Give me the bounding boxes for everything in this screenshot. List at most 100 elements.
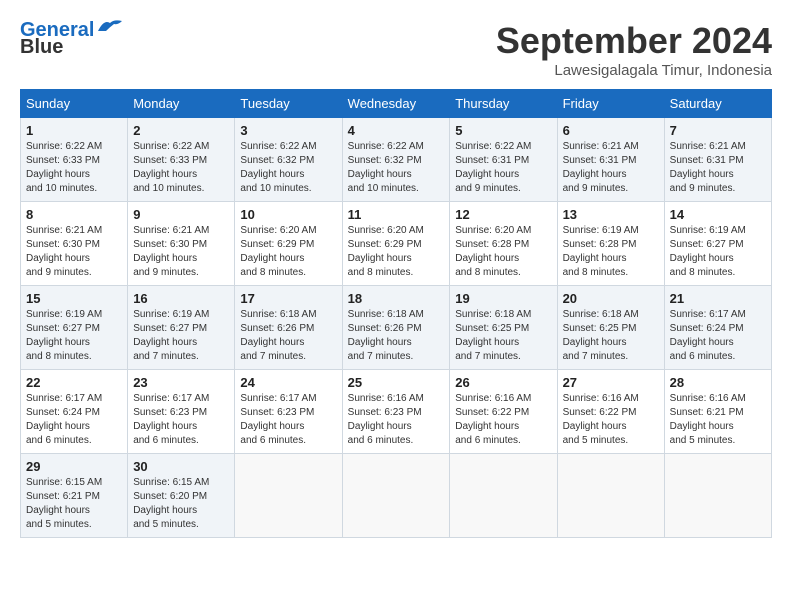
calendar-cell: 1 Sunrise: 6:22 AM Sunset: 6:33 PM Dayli…: [21, 118, 128, 202]
day-info: Sunrise: 6:19 AM Sunset: 6:27 PM Dayligh…: [133, 308, 229, 364]
calendar-cell: 18 Sunrise: 6:18 AM Sunset: 6:26 PM Dayl…: [342, 286, 450, 370]
day-number: 10: [240, 207, 336, 222]
location: Lawesigalagala Timur, Indonesia: [496, 62, 772, 79]
day-info: Sunrise: 6:22 AM Sunset: 6:33 PM Dayligh…: [133, 140, 229, 196]
day-number: 11: [348, 207, 445, 222]
day-number: 9: [133, 207, 229, 222]
calendar-cell: 15 Sunrise: 6:19 AM Sunset: 6:27 PM Dayl…: [21, 286, 128, 370]
day-number: 14: [670, 207, 766, 222]
logo-blue: Blue: [20, 36, 63, 59]
calendar-cell: 16 Sunrise: 6:19 AM Sunset: 6:27 PM Dayl…: [128, 286, 235, 370]
calendar-cell: 24 Sunrise: 6:17 AM Sunset: 6:23 PM Dayl…: [235, 370, 342, 454]
calendar-week-3: 15 Sunrise: 6:19 AM Sunset: 6:27 PM Dayl…: [21, 286, 772, 370]
calendar-cell: 19 Sunrise: 6:18 AM Sunset: 6:25 PM Dayl…: [450, 286, 557, 370]
day-number: 6: [563, 123, 659, 138]
day-info: Sunrise: 6:18 AM Sunset: 6:25 PM Dayligh…: [563, 308, 659, 364]
day-number: 26: [455, 375, 551, 390]
day-info: Sunrise: 6:16 AM Sunset: 6:22 PM Dayligh…: [563, 392, 659, 448]
day-info: Sunrise: 6:22 AM Sunset: 6:33 PM Dayligh…: [26, 140, 122, 196]
col-tuesday: Tuesday: [235, 90, 342, 118]
col-monday: Monday: [128, 90, 235, 118]
day-number: 30: [133, 459, 229, 474]
calendar-cell: 30 Sunrise: 6:15 AM Sunset: 6:20 PM Dayl…: [128, 454, 235, 538]
day-info: Sunrise: 6:15 AM Sunset: 6:21 PM Dayligh…: [26, 476, 122, 532]
calendar-cell: 12 Sunrise: 6:20 AM Sunset: 6:28 PM Dayl…: [450, 202, 557, 286]
calendar-cell: 8 Sunrise: 6:21 AM Sunset: 6:30 PM Dayli…: [21, 202, 128, 286]
day-info: Sunrise: 6:20 AM Sunset: 6:29 PM Dayligh…: [348, 224, 445, 280]
month-title: September 2024: [496, 20, 772, 62]
calendar-cell: 26 Sunrise: 6:16 AM Sunset: 6:22 PM Dayl…: [450, 370, 557, 454]
calendar-cell: [557, 454, 664, 538]
day-number: 12: [455, 207, 551, 222]
day-number: 3: [240, 123, 336, 138]
calendar-week-5: 29 Sunrise: 6:15 AM Sunset: 6:21 PM Dayl…: [21, 454, 772, 538]
title-section: September 2024 Lawesigalagala Timur, Ind…: [496, 20, 772, 79]
day-number: 28: [670, 375, 766, 390]
calendar-cell: 11 Sunrise: 6:20 AM Sunset: 6:29 PM Dayl…: [342, 202, 450, 286]
calendar-cell: 9 Sunrise: 6:21 AM Sunset: 6:30 PM Dayli…: [128, 202, 235, 286]
day-info: Sunrise: 6:21 AM Sunset: 6:31 PM Dayligh…: [563, 140, 659, 196]
col-friday: Friday: [557, 90, 664, 118]
day-info: Sunrise: 6:21 AM Sunset: 6:30 PM Dayligh…: [26, 224, 122, 280]
calendar-table: Sunday Monday Tuesday Wednesday Thursday…: [20, 89, 772, 538]
day-number: 2: [133, 123, 229, 138]
day-info: Sunrise: 6:18 AM Sunset: 6:26 PM Dayligh…: [348, 308, 445, 364]
day-info: Sunrise: 6:18 AM Sunset: 6:26 PM Dayligh…: [240, 308, 336, 364]
day-info: Sunrise: 6:20 AM Sunset: 6:28 PM Dayligh…: [455, 224, 551, 280]
day-number: 7: [670, 123, 766, 138]
day-number: 4: [348, 123, 445, 138]
day-info: Sunrise: 6:17 AM Sunset: 6:24 PM Dayligh…: [670, 308, 766, 364]
calendar-cell: 7 Sunrise: 6:21 AM Sunset: 6:31 PM Dayli…: [664, 118, 771, 202]
calendar-week-2: 8 Sunrise: 6:21 AM Sunset: 6:30 PM Dayli…: [21, 202, 772, 286]
day-number: 17: [240, 291, 336, 306]
day-number: 15: [26, 291, 122, 306]
calendar-cell: 6 Sunrise: 6:21 AM Sunset: 6:31 PM Dayli…: [557, 118, 664, 202]
day-info: Sunrise: 6:22 AM Sunset: 6:32 PM Dayligh…: [240, 140, 336, 196]
calendar-cell: 29 Sunrise: 6:15 AM Sunset: 6:21 PM Dayl…: [21, 454, 128, 538]
calendar-cell: 4 Sunrise: 6:22 AM Sunset: 6:32 PM Dayli…: [342, 118, 450, 202]
day-number: 19: [455, 291, 551, 306]
calendar-cell: 22 Sunrise: 6:17 AM Sunset: 6:24 PM Dayl…: [21, 370, 128, 454]
day-info: Sunrise: 6:15 AM Sunset: 6:20 PM Dayligh…: [133, 476, 229, 532]
calendar-cell: 25 Sunrise: 6:16 AM Sunset: 6:23 PM Dayl…: [342, 370, 450, 454]
day-info: Sunrise: 6:21 AM Sunset: 6:31 PM Dayligh…: [670, 140, 766, 196]
day-info: Sunrise: 6:17 AM Sunset: 6:23 PM Dayligh…: [240, 392, 336, 448]
day-info: Sunrise: 6:22 AM Sunset: 6:32 PM Dayligh…: [348, 140, 445, 196]
col-thursday: Thursday: [450, 90, 557, 118]
day-number: 24: [240, 375, 336, 390]
calendar-cell: [450, 454, 557, 538]
day-number: 5: [455, 123, 551, 138]
day-number: 29: [26, 459, 122, 474]
col-sunday: Sunday: [21, 90, 128, 118]
col-saturday: Saturday: [664, 90, 771, 118]
day-info: Sunrise: 6:19 AM Sunset: 6:27 PM Dayligh…: [26, 308, 122, 364]
day-info: Sunrise: 6:17 AM Sunset: 6:23 PM Dayligh…: [133, 392, 229, 448]
day-info: Sunrise: 6:16 AM Sunset: 6:23 PM Dayligh…: [348, 392, 445, 448]
calendar-cell: 21 Sunrise: 6:17 AM Sunset: 6:24 PM Dayl…: [664, 286, 771, 370]
day-info: Sunrise: 6:16 AM Sunset: 6:21 PM Dayligh…: [670, 392, 766, 448]
day-info: Sunrise: 6:20 AM Sunset: 6:29 PM Dayligh…: [240, 224, 336, 280]
day-number: 16: [133, 291, 229, 306]
day-info: Sunrise: 6:19 AM Sunset: 6:28 PM Dayligh…: [563, 224, 659, 280]
calendar-cell: 23 Sunrise: 6:17 AM Sunset: 6:23 PM Dayl…: [128, 370, 235, 454]
calendar-cell: [342, 454, 450, 538]
day-number: 23: [133, 375, 229, 390]
day-number: 18: [348, 291, 445, 306]
page-header: General Blue September 2024 Lawesigalaga…: [20, 20, 772, 79]
col-wednesday: Wednesday: [342, 90, 450, 118]
day-number: 21: [670, 291, 766, 306]
logo-bird-icon: [96, 17, 124, 35]
day-info: Sunrise: 6:21 AM Sunset: 6:30 PM Dayligh…: [133, 224, 229, 280]
calendar-cell: 5 Sunrise: 6:22 AM Sunset: 6:31 PM Dayli…: [450, 118, 557, 202]
day-number: 27: [563, 375, 659, 390]
calendar-week-4: 22 Sunrise: 6:17 AM Sunset: 6:24 PM Dayl…: [21, 370, 772, 454]
day-info: Sunrise: 6:22 AM Sunset: 6:31 PM Dayligh…: [455, 140, 551, 196]
day-info: Sunrise: 6:19 AM Sunset: 6:27 PM Dayligh…: [670, 224, 766, 280]
calendar-cell: [664, 454, 771, 538]
calendar-cell: 14 Sunrise: 6:19 AM Sunset: 6:27 PM Dayl…: [664, 202, 771, 286]
day-info: Sunrise: 6:18 AM Sunset: 6:25 PM Dayligh…: [455, 308, 551, 364]
calendar-cell: 3 Sunrise: 6:22 AM Sunset: 6:32 PM Dayli…: [235, 118, 342, 202]
logo: General Blue: [20, 20, 124, 59]
day-info: Sunrise: 6:17 AM Sunset: 6:24 PM Dayligh…: [26, 392, 122, 448]
calendar-cell: 20 Sunrise: 6:18 AM Sunset: 6:25 PM Dayl…: [557, 286, 664, 370]
